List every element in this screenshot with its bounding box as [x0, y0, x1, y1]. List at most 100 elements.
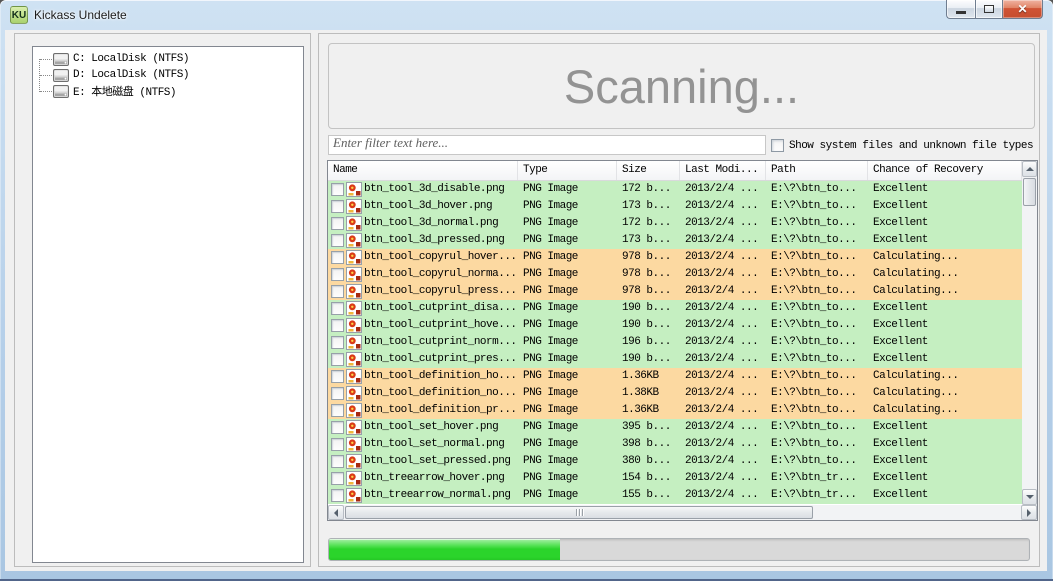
column-header-chance[interactable]: Chance of Recovery [868, 161, 1022, 180]
window-title: Kickass Undelete [34, 8, 127, 22]
cell-modified: 2013/2/4 ... [685, 251, 759, 263]
row-checkbox[interactable] [331, 183, 344, 196]
table-row[interactable]: btn_tool_3d_disable.png PNG Image 172 b...… [328, 181, 1022, 198]
cell-chance: Excellent [873, 353, 928, 365]
scroll-down-button[interactable] [1022, 489, 1037, 505]
table-row[interactable]: btn_tool_3d_hover.png PNG Image 173 b... 20… [328, 198, 1022, 215]
cell-size: 190 b... [622, 319, 671, 331]
cell-size: 190 b... [622, 302, 671, 314]
image-file-icon [346, 301, 362, 316]
scan-status-text: Scanning... [563, 59, 800, 113]
cell-chance: Excellent [873, 302, 928, 314]
file-name: btn_tool_set_normal.png [364, 438, 505, 450]
cell-type: PNG Image [523, 285, 578, 297]
table-row[interactable]: btn_tool_cutprint_norm... PNG Image 196 b.… [328, 334, 1022, 351]
cell-modified: 2013/2/4 ... [685, 421, 759, 433]
table-row[interactable]: btn_tool_definition_no... PNG Image 1.38KB… [328, 385, 1022, 402]
file-name: btn_tool_3d_normal.png [364, 217, 499, 229]
row-checkbox[interactable] [331, 387, 344, 400]
row-checkbox[interactable] [331, 472, 344, 485]
client-area: C: LocalDisk (NTFS) D: LocalDisk (NTFS) E:… [5, 30, 1047, 571]
cell-chance: Calculating... [873, 404, 959, 416]
cell-name: btn_tool_copyrul_norma... [328, 266, 518, 283]
table-row[interactable]: btn_tool_cutprint_disa... PNG Image 190 b.… [328, 300, 1022, 317]
show-system-files-label[interactable]: Show system files and unknown file types [789, 140, 1034, 152]
table-row[interactable]: btn_tool_copyrul_press... PNG Image 978 b.… [328, 283, 1022, 300]
cell-path: E:\?\btn_to... [771, 268, 857, 280]
cell-name: btn_tool_cutprint_hove... [328, 317, 518, 334]
show-system-files-checkbox[interactable] [771, 139, 784, 152]
scroll-left-button[interactable] [328, 505, 344, 520]
image-file-icon [346, 386, 362, 401]
table-row[interactable]: btn_tool_cutprint_pres... PNG Image 190 b.… [328, 351, 1022, 368]
row-checkbox[interactable] [331, 404, 344, 417]
hard-drive-icon [53, 84, 69, 98]
table-row[interactable]: btn_tool_copyrul_hover... PNG Image 978 b.… [328, 249, 1022, 266]
column-header-modified[interactable]: Last Modi... [680, 161, 766, 180]
cell-chance: Calculating... [873, 387, 959, 399]
close-button[interactable]: ✕ [1003, 0, 1043, 19]
cell-chance: Calculating... [873, 370, 959, 382]
row-checkbox[interactable] [331, 285, 344, 298]
tree-item-drive-2[interactable]: E: 本地磁盘 (NTFS) [33, 83, 303, 99]
row-checkbox[interactable] [331, 455, 344, 468]
cell-type: PNG Image [523, 319, 578, 331]
cell-type: PNG Image [523, 200, 578, 212]
row-checkbox[interactable] [331, 217, 344, 230]
vertical-scroll-thumb[interactable] [1023, 178, 1036, 206]
vertical-scrollbar[interactable] [1022, 161, 1037, 505]
scroll-up-button[interactable] [1022, 161, 1037, 177]
table-row[interactable]: btn_tool_3d_pressed.png PNG Image 173 b...… [328, 232, 1022, 249]
minimize-button[interactable] [946, 0, 975, 19]
table-row[interactable]: btn_tool_3d_normal.png PNG Image 172 b... 2… [328, 215, 1022, 232]
table-row[interactable]: btn_tool_definition_ho... PNG Image 1.36KB… [328, 368, 1022, 385]
scroll-right-button[interactable] [1021, 505, 1037, 520]
row-checkbox[interactable] [331, 251, 344, 264]
table-row[interactable]: btn_tool_cutprint_hove... PNG Image 190 b.… [328, 317, 1022, 334]
row-checkbox[interactable] [331, 489, 344, 502]
row-checkbox[interactable] [331, 302, 344, 315]
maximize-button[interactable] [975, 0, 1003, 19]
row-checkbox[interactable] [331, 268, 344, 281]
cell-path: E:\?\btn_to... [771, 353, 857, 365]
row-checkbox[interactable] [331, 421, 344, 434]
table-row[interactable]: btn_tool_set_hover.png PNG Image 395 b... 2… [328, 419, 1022, 436]
cell-chance: Calculating... [873, 268, 959, 280]
horizontal-scroll-thumb[interactable] [345, 506, 813, 519]
cell-type: PNG Image [523, 217, 578, 229]
cell-name: btn_tool_cutprint_pres... [328, 351, 518, 368]
horizontal-scrollbar[interactable] [328, 505, 1037, 520]
column-header-size[interactable]: Size [617, 161, 680, 180]
table-row[interactable]: btn_treearrow_hover.png PNG Image 154 b...… [328, 470, 1022, 487]
cell-size: 395 b... [622, 421, 671, 433]
file-name: btn_tool_3d_pressed.png [364, 234, 505, 246]
cell-path: E:\?\btn_to... [771, 251, 857, 263]
cell-name: btn_tool_copyrul_press... [328, 283, 518, 300]
cell-type: PNG Image [523, 353, 578, 365]
file-name: btn_tool_copyrul_press... [364, 285, 517, 297]
row-checkbox[interactable] [331, 200, 344, 213]
table-row[interactable]: btn_tool_copyrul_norma... PNG Image 978 b.… [328, 266, 1022, 283]
row-checkbox[interactable] [331, 336, 344, 349]
filter-input[interactable] [328, 135, 766, 155]
table-row[interactable]: btn_tool_set_pressed.png PNG Image 380 b..… [328, 453, 1022, 470]
row-checkbox[interactable] [331, 353, 344, 366]
cell-type: PNG Image [523, 404, 578, 416]
row-checkbox[interactable] [331, 438, 344, 451]
row-checkbox[interactable] [331, 370, 344, 383]
tree-item-drive-0[interactable]: C: LocalDisk (NTFS) [33, 51, 303, 67]
cell-size: 380 b... [622, 455, 671, 467]
drive-panel: C: LocalDisk (NTFS) D: LocalDisk (NTFS) E:… [14, 33, 311, 567]
image-file-icon [346, 454, 362, 469]
row-checkbox[interactable] [331, 319, 344, 332]
table-row[interactable]: btn_tool_definition_pr... PNG Image 1.36KB… [328, 402, 1022, 419]
cell-path: E:\?\btn_to... [771, 200, 857, 212]
row-checkbox[interactable] [331, 234, 344, 247]
column-header-name[interactable]: Name [328, 161, 518, 180]
image-file-icon [346, 182, 362, 197]
table-row[interactable]: btn_tool_set_normal.png PNG Image 398 b...… [328, 436, 1022, 453]
column-header-type[interactable]: Type [518, 161, 617, 180]
column-header-path[interactable]: Path [766, 161, 868, 180]
table-row[interactable]: btn_treearrow_normal.png PNG Image 155 b..… [328, 487, 1022, 504]
tree-item-drive-1[interactable]: D: LocalDisk (NTFS) [33, 67, 303, 83]
